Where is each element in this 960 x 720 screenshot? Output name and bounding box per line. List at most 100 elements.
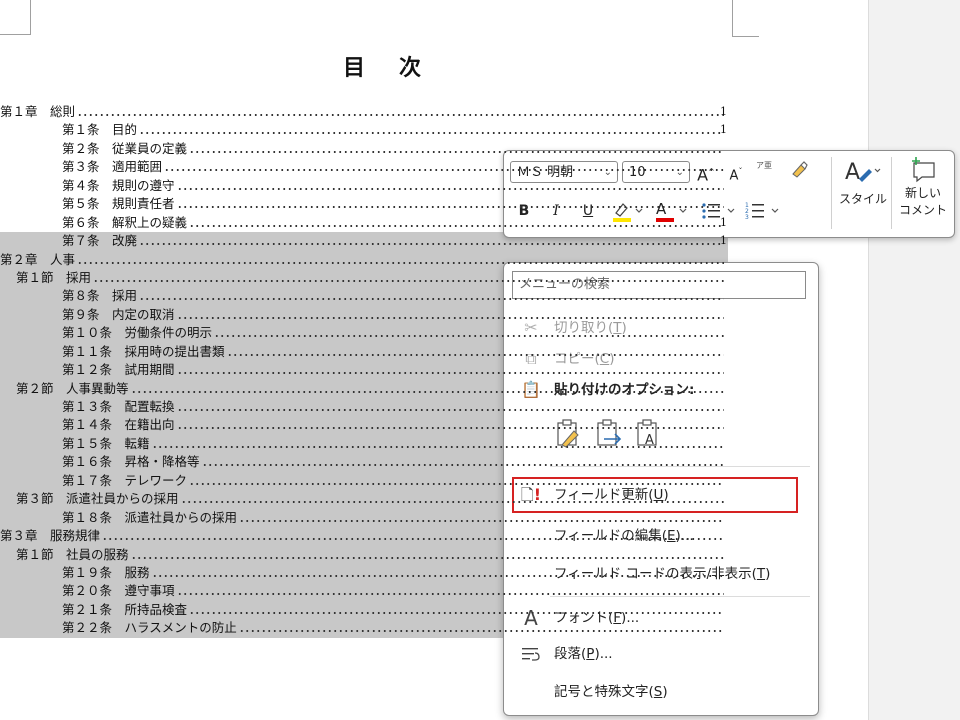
paste-keep-formatting-icon[interactable]: [554, 417, 584, 449]
new-comment-label-1: 新しい: [904, 186, 941, 200]
toc-leader-dots: [189, 224, 724, 227]
toc-leader-dots: [176, 427, 724, 430]
paragraph-accel: P: [586, 646, 595, 662]
italic-button[interactable]: I: [548, 201, 564, 221]
toc-leader-dots: [180, 501, 724, 504]
toc-leader-dots: [214, 335, 724, 338]
toc-entry-label: 第２条 従業員の定義: [62, 140, 188, 156]
toc-leader-dots: [77, 261, 724, 264]
format-painter-button[interactable]: [788, 160, 810, 185]
toc-entry-label: 第４条 規則の遵守: [62, 177, 175, 193]
toc-leader-dots: [176, 372, 724, 375]
toc-entry-label: 第１５条 転籍: [62, 435, 150, 451]
menu-separator: [550, 596, 810, 597]
toc-entry-label: 第１章 総則: [0, 104, 76, 119]
chevron-down-icon: ⌄: [603, 167, 612, 178]
underline-button[interactable]: U: [580, 201, 596, 221]
toolbar-separator: [831, 157, 832, 229]
edit-field-accel: E: [667, 528, 676, 544]
toc-entry-label: 第１７条 テレワーク: [62, 472, 188, 488]
toc-entry[interactable]: 第１章 総則 1: [0, 103, 740, 121]
edit-field-label: フィールドの編集: [554, 528, 662, 544]
svg-text:A: A: [845, 160, 860, 185]
grow-font-icon: A: [697, 165, 709, 185]
toc-entry-label: 第１４条 在籍出向: [62, 417, 175, 433]
toc-entry-label: 第１節 採用: [16, 269, 92, 285]
styles-label: スタイル: [838, 192, 887, 206]
toc-entry-label: 第２章 人事: [0, 251, 76, 267]
toc-entry-label: 第１条 目的: [62, 122, 138, 138]
new-comment-button[interactable]: 新しい コメント: [896, 155, 950, 229]
toc-entry-label: 第３節 派遣社員からの採用: [16, 491, 179, 507]
toc-entry-label: 第１６条 昇格・降格等: [62, 454, 200, 470]
menu-search-input[interactable]: メニューの検索: [512, 271, 806, 299]
numbering-button[interactable]: 1 2 3: [744, 199, 784, 228]
bold-button[interactable]: B: [516, 201, 532, 221]
toc-entry[interactable]: 第１条 目的 1: [0, 121, 740, 139]
toc-entry-label: 第１０条 労働条件の明示: [62, 325, 213, 341]
paragraph-menu-item[interactable]: 段落(P)...: [504, 639, 818, 669]
font-name-dropdown[interactable]: ＭＳ 明朝 ⌄: [510, 161, 618, 183]
toc-leader-dots: [102, 538, 724, 541]
toolbar-separator: [891, 157, 892, 229]
grow-font-button[interactable]: A^: [696, 162, 716, 185]
font-size-value: 10: [629, 165, 646, 180]
document-margin-area: [868, 0, 960, 720]
toc-leader-dots: [176, 316, 724, 319]
font-size-dropdown[interactable]: 10 ⌄: [622, 161, 690, 183]
toc-entry-label: 第５条 規則責任者: [62, 196, 175, 212]
cut-accel: T: [613, 320, 622, 336]
styles-icon: A: [845, 160, 881, 185]
paste-text-only-icon[interactable]: A: [634, 417, 664, 449]
edit-field-menu-item[interactable]: フィールドの編集(E)...: [504, 521, 818, 551]
highlighter-icon: [613, 203, 643, 222]
cut-label: 切り取り: [554, 320, 608, 336]
styles-button[interactable]: A スタイル: [838, 157, 888, 227]
toc-entry-label: 第２２条 ハラスメントの防止: [62, 620, 237, 636]
toc-leader-dots: [151, 445, 724, 448]
numbering-icon: 1 2 3: [745, 202, 779, 221]
toc-entry-label: 第２０条 遵守事項: [62, 583, 175, 599]
toc-entry-label: 第１２条 試用期間: [62, 362, 175, 378]
toc-page-number: 1: [720, 234, 727, 248]
toc-leader-dots: [176, 593, 724, 596]
toc-entry-label: 第７条 改廃: [62, 233, 138, 249]
toc-leader-dots: [176, 409, 724, 411]
context-menu: メニューの検索 ✂ 切り取り(T) ⧉ コピー(C) 📋 貼り付けのオプション:…: [503, 262, 819, 716]
toc-leader-dots: [139, 132, 724, 135]
shrink-font-button[interactable]: Aˇ: [726, 162, 746, 186]
toc-leader-dots: [239, 630, 724, 633]
chevron-down-icon: ⌄: [675, 167, 684, 178]
toc-leader-dots: [201, 464, 724, 467]
toc-leader-dots: [130, 556, 724, 559]
toc-leader-dots: [130, 390, 724, 393]
toc-entry-label: 第３条 適用範囲: [62, 159, 163, 175]
format-painter-icon: [792, 161, 808, 178]
toc-page-number: 1: [720, 123, 727, 137]
toc-page-number: 1: [720, 215, 727, 229]
crop-mark-left: [0, 0, 31, 35]
paste-merge-formatting-icon[interactable]: [594, 417, 624, 449]
toc-leader-dots: [176, 206, 724, 209]
phonetic-guide-icon: ア亜: [756, 161, 772, 170]
new-comment-label-2: コメント: [898, 203, 947, 217]
toc-leader-dots: [176, 187, 724, 190]
toc-entry-label: 第９条 内定の取消: [62, 306, 175, 322]
toc-leader-dots: [189, 482, 724, 485]
symbols-accel: S: [653, 684, 663, 700]
copy-menu-item[interactable]: ⧉ コピー(C): [504, 344, 818, 374]
toc-entry-label: 第２１条 所持品検査: [62, 601, 188, 617]
font-menu-item[interactable]: A フォント(F)...: [504, 603, 818, 633]
toc-entry-label: 第１節 社員の服務: [16, 546, 129, 562]
toc-page-number: 1: [720, 105, 727, 118]
toggle-field-codes-accel: T: [756, 566, 766, 582]
toc-leader-dots: [139, 243, 724, 246]
phonetic-guide-button[interactable]: ア亜: [754, 161, 774, 171]
toc-leader-dots: [189, 150, 724, 153]
paragraph-label: 段落: [554, 646, 581, 662]
symbols-menu-item[interactable]: 記号と特殊文字(S): [504, 677, 818, 707]
toc-entry-label: 第３章 服務規律: [0, 528, 101, 544]
paragraph-icon: [520, 639, 542, 672]
toc-entry-label: 第１９条 服務: [62, 564, 150, 580]
font-name-value: ＭＳ 明朝: [517, 165, 574, 180]
